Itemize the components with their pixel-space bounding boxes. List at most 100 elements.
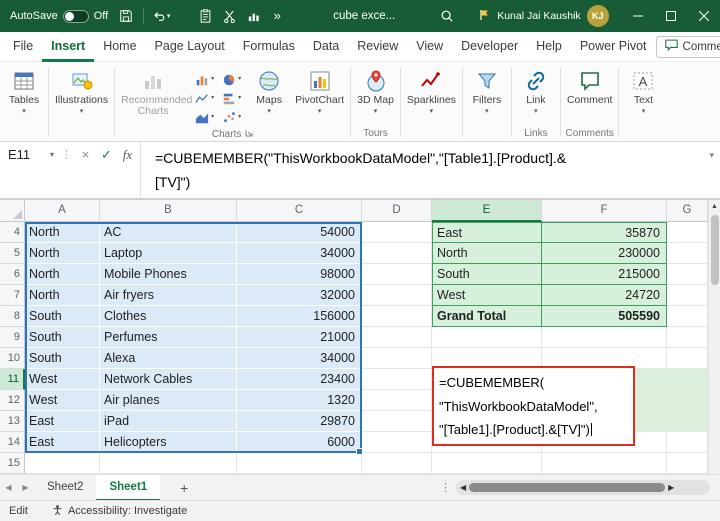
cell-G7[interactable]	[667, 285, 708, 306]
formula-input[interactable]: =CUBEMEMBER("ThisWorkbookDataModel","[Ta…	[143, 142, 703, 194]
tables-button[interactable]: Tables ▾	[2, 64, 46, 115]
menu-tab-insert[interactable]: Insert	[42, 32, 94, 62]
cut-icon[interactable]	[217, 3, 241, 29]
recommended-charts-button[interactable]: Recommended Charts	[117, 64, 189, 117]
row-header-10[interactable]: 10	[0, 348, 25, 369]
minimize-button[interactable]	[621, 0, 654, 32]
row-header-15[interactable]: 15	[0, 453, 25, 474]
cell-E8[interactable]: Grand Total	[432, 306, 542, 327]
scatter-chart-button[interactable]: ▾	[218, 108, 245, 127]
menu-tab-home[interactable]: Home	[94, 32, 145, 62]
cell-G5[interactable]	[667, 243, 708, 264]
menu-tab-review[interactable]: Review	[348, 32, 407, 62]
cell-D9[interactable]	[362, 327, 432, 348]
line-chart-button[interactable]: ▾	[191, 89, 218, 108]
enter-icon[interactable]: ✓	[96, 142, 117, 163]
column-header-E[interactable]: E	[432, 200, 542, 222]
cell-B12[interactable]: Air planes	[100, 390, 237, 411]
comment-button[interactable]: Comment	[563, 64, 617, 106]
clipboard-icon[interactable]	[193, 3, 217, 29]
cancel-icon[interactable]: ×	[75, 142, 96, 162]
vertical-scrollbar[interactable]: ▲	[708, 200, 720, 474]
cell-C7[interactable]: 32000	[237, 285, 362, 306]
cell-A5[interactable]: North	[25, 243, 100, 264]
pivotchart-button[interactable]: PivotChart ▾	[291, 64, 348, 115]
row-header-11[interactable]: 11	[0, 369, 25, 390]
cell-A9[interactable]: South	[25, 327, 100, 348]
qat-overflow-icon[interactable]: »	[265, 3, 289, 29]
cell-G9[interactable]	[667, 327, 708, 348]
cell-G15[interactable]	[667, 453, 708, 474]
formula-bar-expand-icon[interactable]: ▾	[703, 142, 720, 161]
cell-C14[interactable]: 6000	[237, 432, 362, 453]
column-header-G[interactable]: G	[667, 200, 708, 222]
cell-D5[interactable]	[362, 243, 432, 264]
row-header-7[interactable]: 7	[0, 285, 25, 306]
cell-C13[interactable]: 29870	[237, 411, 362, 432]
cell-D8[interactable]	[362, 306, 432, 327]
insert-function-icon[interactable]: fx	[117, 142, 138, 163]
cell-E5[interactable]: North	[432, 243, 542, 264]
sheet-nav-left-icon[interactable]: ◀	[0, 483, 17, 492]
column-header-D[interactable]: D	[362, 200, 432, 222]
maximize-button[interactable]	[654, 0, 687, 32]
cell-D6[interactable]	[362, 264, 432, 285]
cell-D10[interactable]	[362, 348, 432, 369]
cell-C10[interactable]: 34000	[237, 348, 362, 369]
cell-D12[interactable]	[362, 390, 432, 411]
cell-F7[interactable]: 24720	[542, 285, 667, 306]
row-header-9[interactable]: 9	[0, 327, 25, 348]
cell-B6[interactable]: Mobile Phones	[100, 264, 237, 285]
cell-A14[interactable]: East	[25, 432, 100, 453]
column-chart-button[interactable]: ▾	[191, 70, 218, 89]
cell-G14[interactable]	[667, 432, 708, 453]
name-box[interactable]: E11 ▾	[0, 142, 58, 162]
cell-B15[interactable]	[100, 453, 237, 474]
cell-D15[interactable]	[362, 453, 432, 474]
cell-D13[interactable]	[362, 411, 432, 432]
cell-A10[interactable]: South	[25, 348, 100, 369]
cell-D7[interactable]	[362, 285, 432, 306]
cell-A6[interactable]: North	[25, 264, 100, 285]
row-header-5[interactable]: 5	[0, 243, 25, 264]
tab-sheet1[interactable]: Sheet1	[96, 475, 160, 501]
cell-C15[interactable]	[237, 453, 362, 474]
scroll-right-icon[interactable]: ▶	[668, 483, 674, 492]
cell-E9[interactable]	[432, 327, 542, 348]
row-header-12[interactable]: 12	[0, 390, 25, 411]
cell-E7[interactable]: West	[432, 285, 542, 306]
cell-E4[interactable]: East	[432, 222, 542, 243]
column-header-A[interactable]: A	[25, 200, 100, 222]
menu-tab-formulas[interactable]: Formulas	[234, 32, 304, 62]
cell-A7[interactable]: North	[25, 285, 100, 306]
chart-icon[interactable]	[241, 3, 265, 29]
cell-C12[interactable]: 1320	[237, 390, 362, 411]
row-header-6[interactable]: 6	[0, 264, 25, 285]
tab-sheet2[interactable]: Sheet2	[34, 475, 96, 501]
text-button[interactable]: A Text ▾	[621, 64, 665, 115]
cell-C4[interactable]: 54000	[237, 222, 362, 243]
cell-D14[interactable]	[362, 432, 432, 453]
menu-tab-file[interactable]: File	[4, 32, 42, 62]
cell-G8[interactable]	[667, 306, 708, 327]
maps-button[interactable]: Maps ▾	[247, 64, 291, 115]
3d-map-button[interactable]: 3D Map ▾	[353, 64, 398, 115]
cell-edit-overlay[interactable]: =CUBEMEMBER("ThisWorkbookDataModel","[Ta…	[432, 366, 635, 446]
cell-B14[interactable]: Helicopters	[100, 432, 237, 453]
horizontal-scroll-thumb[interactable]	[469, 483, 665, 492]
avatar[interactable]: KJ	[587, 5, 609, 27]
cell-C5[interactable]: 34000	[237, 243, 362, 264]
cell-B10[interactable]: Alexa	[100, 348, 237, 369]
cell-B8[interactable]: Clothes	[100, 306, 237, 327]
cell-B4[interactable]: AC	[100, 222, 237, 243]
row-header-4[interactable]: 4	[0, 222, 25, 243]
cell-E15[interactable]	[432, 453, 542, 474]
cell-F5[interactable]: 230000	[542, 243, 667, 264]
cell-G6[interactable]	[667, 264, 708, 285]
row-header-13[interactable]: 13	[0, 411, 25, 432]
row-header-14[interactable]: 14	[0, 432, 25, 453]
charts-dialog-launcher-icon[interactable]	[245, 129, 253, 139]
horizontal-scrollbar[interactable]: ◀ ▶	[456, 480, 710, 495]
search-icon[interactable]	[435, 3, 459, 29]
autosave-toggle[interactable]: AutoSave Off	[0, 10, 114, 23]
